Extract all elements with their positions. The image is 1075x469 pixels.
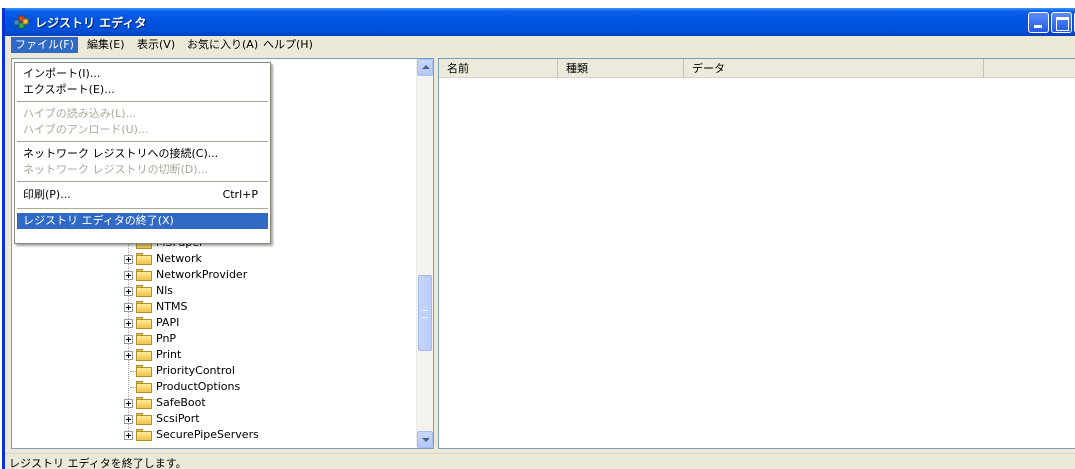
registry-editor-window: レジストリ エディタ ファイル(F) 編集(E) 表示(V) お気に入り(A) … (2, 8, 1075, 469)
print-shortcut: Ctrl+P (222, 188, 258, 201)
menu-item-exit[interactable]: レジストリ エディタの終了(X) (17, 213, 268, 229)
values-list-pane[interactable]: 名前 種類 データ (438, 58, 1075, 449)
menu-help[interactable]: ヘルプ(H) (259, 37, 317, 53)
folder-icon (136, 333, 152, 345)
folder-icon (136, 253, 152, 265)
folder-icon (136, 381, 152, 393)
expand-icon[interactable] (124, 303, 133, 312)
menu-separator (17, 208, 268, 209)
expand-icon[interactable] (124, 431, 133, 440)
column-header-name[interactable]: 名前 (439, 59, 558, 78)
folder-icon (136, 301, 152, 313)
menu-file[interactable]: ファイル(F) (11, 37, 78, 53)
minimize-button[interactable] (1028, 12, 1049, 33)
tree-item-print[interactable]: Print (12, 347, 412, 363)
tree-item-pnp[interactable]: PnP (12, 331, 412, 347)
menu-item-load-hive: ハイブの読み込み(L)... (23, 107, 136, 120)
tree-item-label: PnP (156, 332, 177, 345)
folder-icon (136, 397, 152, 409)
column-header-data[interactable]: データ (684, 59, 984, 78)
tree-item-label: PriorityControl (156, 364, 235, 377)
menu-separator (17, 181, 268, 182)
scroll-down-arrow-icon[interactable] (417, 431, 433, 448)
menu-item-export[interactable]: エクスポート(E)... (17, 82, 268, 98)
tree-item-prioritycontrol[interactable]: PriorityControl (12, 363, 412, 379)
tree-item-label: ProductOptions (156, 380, 241, 393)
tree-item-ntms[interactable]: NTMS (12, 299, 412, 315)
menu-item-disconnect-network-registry: ネットワーク レジストリの切断(D)... (23, 163, 209, 176)
window-title: レジストリ エディタ (35, 16, 147, 30)
tree-item-label: Nls (156, 284, 174, 297)
file-menu-dropdown: インポート(I)... エクスポート(E)... ハイブの読み込み(L)... … (14, 62, 271, 244)
tree-item-label: Print (156, 348, 182, 361)
tree-item-label: Network (156, 252, 202, 265)
menu-separator (17, 101, 268, 102)
status-bar: レジストリ エディタを終了します。 (5, 453, 1075, 469)
folder-icon (136, 349, 152, 361)
menu-item-print[interactable]: 印刷(P)... Ctrl+P (17, 187, 268, 203)
title-bar[interactable]: レジストリ エディタ (5, 8, 1075, 36)
tree-item-label: ScsiPort (156, 412, 200, 425)
tree-item-productoptions[interactable]: ProductOptions (12, 379, 412, 395)
menu-edit[interactable]: 編集(E) (83, 37, 129, 53)
folder-icon (136, 429, 152, 441)
tree-item-securepipeservers[interactable]: SecurePipeServers (12, 427, 412, 443)
scroll-up-arrow-icon[interactable] (417, 59, 433, 76)
menu-item-unload-hive: ハイブのアンロード(U)... (23, 123, 149, 136)
expand-icon[interactable] (124, 351, 133, 360)
expand-icon[interactable] (124, 335, 133, 344)
folder-icon (136, 365, 152, 377)
tree-item-networkprovider[interactable]: NetworkProvider (12, 267, 412, 283)
folder-icon (136, 317, 152, 329)
tree-item-safeboot[interactable]: SafeBoot (12, 395, 412, 411)
menu-item-connect-network-registry[interactable]: ネットワーク レジストリへの接続(C)... (17, 146, 268, 162)
expand-icon[interactable] (124, 287, 133, 296)
expand-icon[interactable] (124, 271, 133, 280)
tree-item-network[interactable]: Network (12, 251, 412, 267)
page-heading-cropped (0, 0, 1075, 8)
menu-view[interactable]: 表示(V) (133, 37, 179, 53)
expand-icon[interactable] (124, 319, 133, 328)
tree-item-label: SecurePipeServers (156, 428, 259, 441)
tree-item-nls[interactable]: Nls (12, 283, 412, 299)
menu-bar: ファイル(F) 編集(E) 表示(V) お気に入り(A) ヘルプ(H) (5, 36, 1075, 54)
tree-item-label: SafeBoot (156, 396, 206, 409)
menu-item-import[interactable]: インポート(I)... (17, 66, 268, 82)
expand-icon[interactable] (124, 415, 133, 424)
list-header: 名前 種類 データ (439, 59, 1075, 78)
expand-icon[interactable] (124, 399, 133, 408)
menu-item-print-label: 印刷(P)... (23, 188, 71, 201)
tree-item-label: NetworkProvider (156, 268, 248, 281)
folder-icon (136, 285, 152, 297)
scrollbar-thumb[interactable] (418, 275, 432, 351)
tree-item-scsiport[interactable]: ScsiPort (12, 411, 412, 427)
status-text: レジストリ エディタを終了します。 (9, 457, 187, 469)
tree-item-label: NTMS (156, 300, 188, 313)
menu-separator (17, 141, 268, 142)
maximize-button[interactable] (1051, 12, 1072, 33)
expand-icon[interactable] (124, 255, 133, 264)
tree-item-papi[interactable]: PAPI (12, 315, 412, 331)
column-header-type[interactable]: 種類 (558, 59, 684, 78)
folder-icon (136, 413, 152, 425)
folder-icon (136, 269, 152, 281)
tree-item-label: PAPI (156, 316, 180, 329)
menu-favorites[interactable]: お気に入り(A) (183, 37, 262, 53)
tree-vertical-scrollbar[interactable] (416, 59, 433, 448)
regedit-app-icon (13, 15, 29, 29)
